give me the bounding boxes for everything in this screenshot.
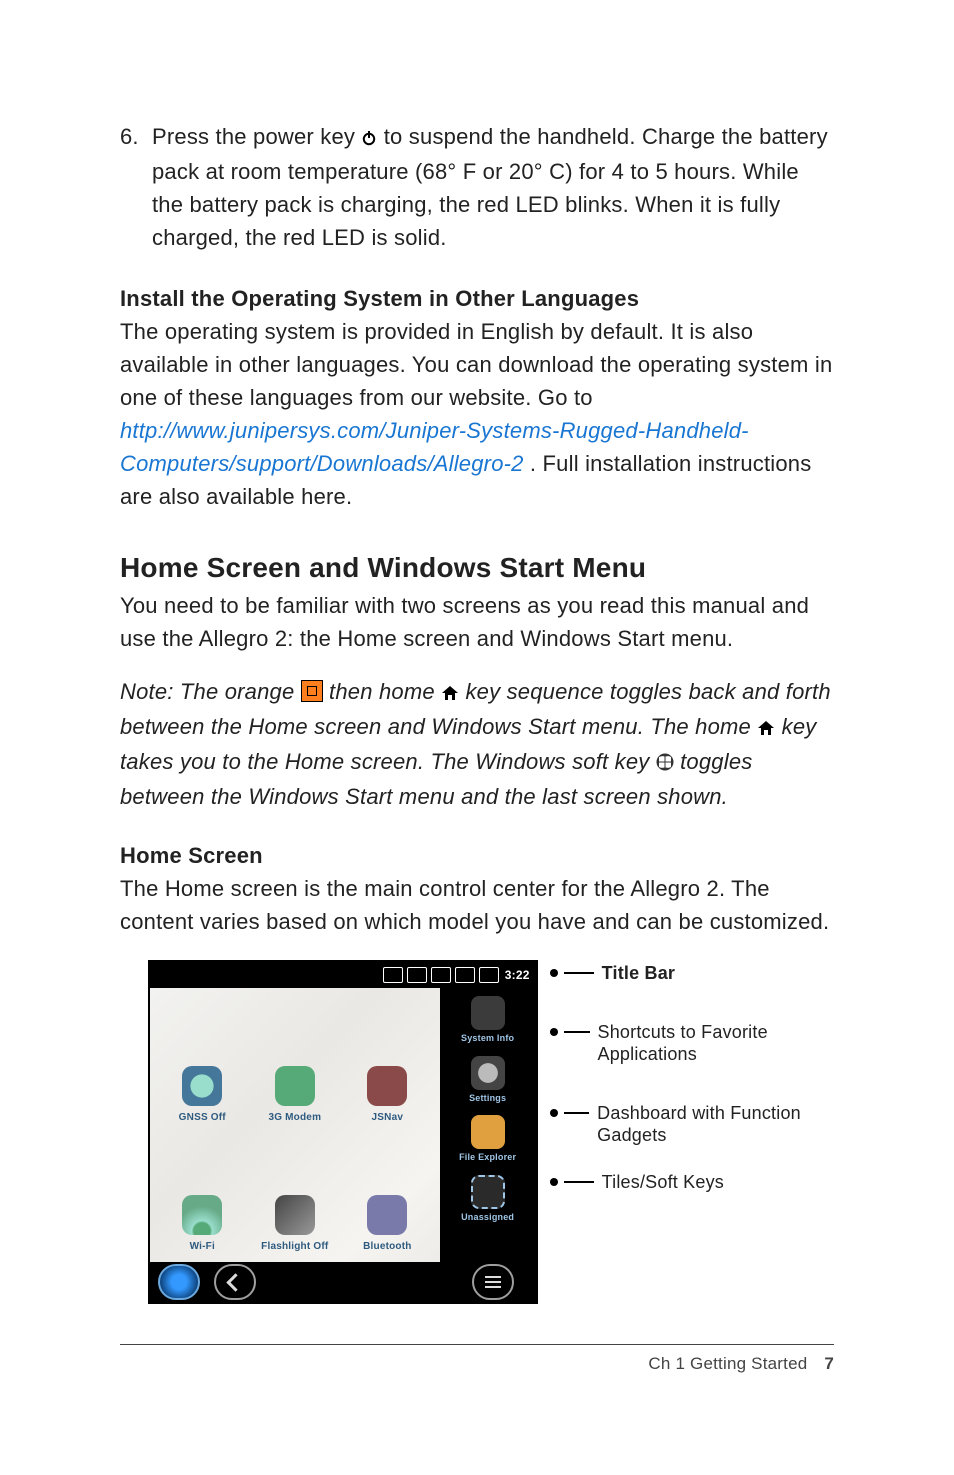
shortcut-label: Settings xyxy=(469,1092,506,1106)
home-start-paragraph: You need to be familiar with two screens… xyxy=(120,589,834,655)
shortcut-label: System Info xyxy=(461,1032,514,1046)
note-paragraph: Note: The orange then home key sequence … xyxy=(120,675,834,813)
back-soft-key[interactable] xyxy=(214,1264,256,1300)
callout-labels: Title Bar Shortcuts to Favorite Applicat… xyxy=(550,960,834,1215)
power-icon xyxy=(361,122,377,155)
callout-tiles: Tiles/Soft Keys xyxy=(550,1171,834,1194)
install-os-paragraph: The operating system is provided in Engl… xyxy=(120,315,834,513)
callout-text: Tiles/Soft Keys xyxy=(602,1171,724,1194)
shortcut-file-explorer[interactable]: File Explorer xyxy=(459,1115,516,1165)
step-6-number: 6. xyxy=(120,120,152,254)
callout-dashboard: Dashboard with Function Gadgets xyxy=(550,1102,834,1147)
gadget-label: Bluetooth xyxy=(363,1239,411,1254)
gadget-label: Wi-Fi xyxy=(190,1239,215,1254)
install-pre: The operating system is provided in Engl… xyxy=(120,319,832,410)
tiles-bar xyxy=(150,1262,536,1302)
orange-key-icon xyxy=(301,680,323,702)
signal-icon xyxy=(431,967,451,983)
status-icon xyxy=(383,967,403,983)
device-screen: 3:22 GNSS Off 3G Modem JSNav Wi-Fi Flash… xyxy=(148,960,538,1304)
windows-soft-key[interactable] xyxy=(158,1264,200,1300)
note-t2: then home xyxy=(329,679,441,704)
battery-icon xyxy=(479,967,499,983)
footer-chapter: Ch 1 Getting Started xyxy=(648,1354,807,1373)
step6-pre: Press the power key xyxy=(152,124,361,149)
home-icon xyxy=(757,712,775,745)
volume-icon xyxy=(455,967,475,983)
home-start-heading: Home Screen and Windows Start Menu xyxy=(120,547,834,589)
home-screen-heading: Home Screen xyxy=(120,839,834,872)
footer-page-number: 7 xyxy=(824,1354,834,1373)
callout-text: Shortcuts to Favorite Applications xyxy=(598,1021,834,1066)
callout-shortcuts: Shortcuts to Favorite Applications xyxy=(550,1021,834,1066)
callout-text: Title Bar xyxy=(602,962,676,985)
page-footer: Ch 1 Getting Started 7 xyxy=(120,1344,834,1377)
callout-text: Dashboard with Function Gadgets xyxy=(597,1102,834,1147)
gadget-gnss[interactable]: GNSS Off xyxy=(158,1000,247,1125)
gadget-jsnav[interactable]: JSNav xyxy=(343,1000,432,1125)
dashboard-gadgets: GNSS Off 3G Modem JSNav Wi-Fi Flashlight… xyxy=(150,988,440,1262)
screen-body: GNSS Off 3G Modem JSNav Wi-Fi Flashlight… xyxy=(150,988,536,1262)
title-bar: 3:22 xyxy=(150,962,536,988)
gadget-flashlight[interactable]: Flashlight Off xyxy=(251,1129,340,1254)
step-6-text: Press the power key to suspend the handh… xyxy=(152,120,834,254)
clock: 3:22 xyxy=(505,966,530,984)
status-icon xyxy=(407,967,427,983)
shortcut-label: File Explorer xyxy=(459,1151,516,1165)
gadget-bluetooth[interactable]: Bluetooth xyxy=(343,1129,432,1254)
gadget-3g[interactable]: 3G Modem xyxy=(251,1000,340,1125)
home-screen-figure: 3:22 GNSS Off 3G Modem JSNav Wi-Fi Flash… xyxy=(148,960,834,1304)
windows-icon xyxy=(656,747,674,780)
gadget-label: 3G Modem xyxy=(268,1110,321,1125)
step-6: 6. Press the power key to suspend the ha… xyxy=(120,120,834,254)
gadget-label: Flashlight Off xyxy=(261,1239,328,1254)
note-t1: Note: The orange xyxy=(120,679,301,704)
gadget-wifi[interactable]: Wi-Fi xyxy=(158,1129,247,1254)
shortcuts-column: System Info Settings File Explorer Unass… xyxy=(440,988,536,1262)
shortcut-settings[interactable]: Settings xyxy=(469,1056,506,1106)
menu-soft-key[interactable] xyxy=(472,1264,514,1300)
home-icon xyxy=(441,677,459,710)
shortcut-system-info[interactable]: System Info xyxy=(461,996,514,1046)
home-screen-paragraph: The Home screen is the main control cent… xyxy=(120,872,834,938)
install-os-heading: Install the Operating System in Other La… xyxy=(120,282,834,315)
callout-titlebar: Title Bar xyxy=(550,962,834,985)
gadget-label: JSNav xyxy=(372,1110,404,1125)
shortcut-unassigned[interactable]: Unassigned xyxy=(461,1175,514,1225)
shortcut-label: Unassigned xyxy=(461,1211,514,1225)
gadget-label: GNSS Off xyxy=(179,1110,226,1125)
